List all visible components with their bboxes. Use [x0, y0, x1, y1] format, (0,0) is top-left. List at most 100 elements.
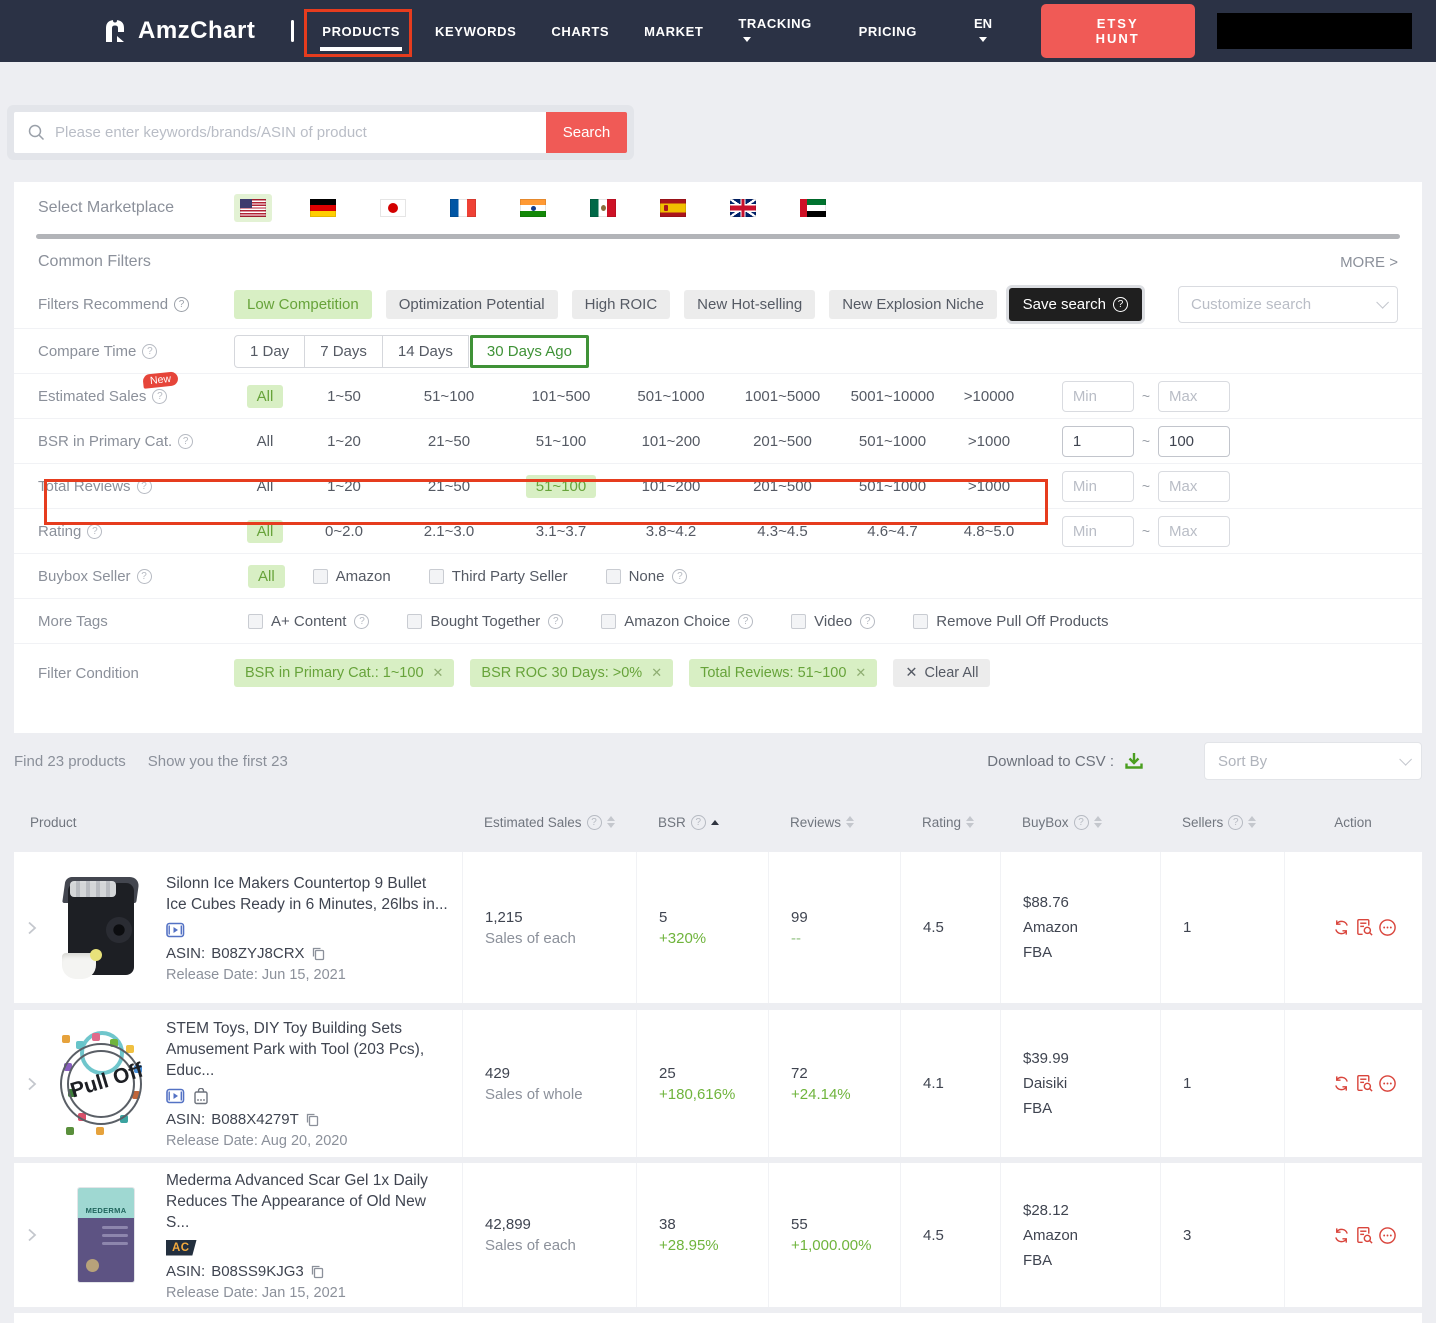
column-header-buybox[interactable]: BuyBox? — [1000, 814, 1160, 830]
keyword-lookup-icon[interactable] — [1355, 1074, 1374, 1093]
column-header-rating[interactable]: Rating — [900, 815, 1000, 830]
help-icon[interactable]: ? — [152, 388, 168, 404]
help-icon[interactable]: ? — [860, 613, 876, 629]
compare-time-7-days[interactable]: 7 Days — [304, 334, 383, 368]
refresh-icon[interactable] — [1332, 1226, 1351, 1245]
buybox-option-all[interactable]: All — [248, 564, 285, 588]
nav-item-keywords[interactable]: KEYWORDS — [433, 16, 518, 47]
option-101-200[interactable]: 101~200 — [632, 430, 711, 453]
option-501-1000[interactable]: 501~1000 — [849, 430, 936, 453]
checkbox-third-party-seller[interactable]: Third Party Seller — [428, 568, 568, 585]
flag-germany[interactable] — [304, 194, 342, 222]
help-icon[interactable]: ? — [142, 343, 158, 359]
option-21-50[interactable]: 21~50 — [418, 475, 480, 498]
product-image[interactable]: MEDERMA — [54, 1176, 154, 1294]
checkbox-amazon[interactable]: Amazon — [312, 568, 391, 585]
sort-icon[interactable] — [1093, 816, 1102, 828]
tag-low-competition[interactable]: Low Competition — [234, 290, 372, 319]
help-icon[interactable]: ? — [136, 478, 152, 494]
flag-france[interactable] — [444, 194, 482, 222]
nav-item-pricing[interactable]: PRICING — [857, 16, 919, 47]
option-all[interactable]: All — [247, 430, 284, 453]
product-title[interactable]: Silonn Ice Makers Countertop 9 Bullet Ic… — [166, 873, 448, 915]
estimated-sales-min-input[interactable] — [1061, 380, 1134, 412]
tag-new-explosion-niche[interactable]: New Explosion Niche — [829, 290, 997, 319]
compare-time-30-days-ago[interactable]: 30 Days Ago — [469, 334, 589, 368]
option-501-1000[interactable]: 501~1000 — [627, 385, 714, 408]
more-actions-icon[interactable] — [1378, 918, 1397, 937]
option-1001-5000[interactable]: 1001~5000 — [735, 385, 831, 408]
option-all[interactable]: All — [246, 384, 284, 408]
option-0-2[interactable]: 0~2.0 — [315, 520, 373, 543]
expand-row-button[interactable] — [14, 1163, 50, 1307]
help-icon[interactable]: ? — [354, 613, 370, 629]
total-reviews-max-input[interactable] — [1158, 470, 1230, 502]
option-all[interactable]: All — [246, 519, 284, 543]
checkbox-none[interactable]: None? — [605, 568, 688, 585]
option-3-37[interactable]: 3.1~3.7 — [526, 520, 596, 543]
option-gt-1000[interactable]: >1000 — [958, 430, 1020, 453]
sort-by-select[interactable]: Sort By — [1204, 742, 1422, 780]
product-image[interactable] — [54, 869, 154, 987]
help-icon[interactable]: ? — [136, 568, 152, 584]
checkbox-video[interactable]: Video? — [791, 613, 876, 630]
option-48-50[interactable]: 4.8~5.0 — [954, 520, 1024, 543]
sort-icon[interactable] — [606, 816, 615, 828]
language-selector[interactable]: EN — [974, 16, 1005, 46]
copy-icon[interactable] — [305, 1112, 320, 1127]
save-search-button[interactable]: Save search? — [1008, 288, 1142, 321]
product-title[interactable]: Mederma Advanced Scar Gel 1x Daily Reduc… — [166, 1170, 448, 1233]
expand-row-button[interactable] — [14, 1010, 50, 1157]
option-5001-10000[interactable]: 5001~10000 — [841, 385, 945, 408]
flag-japan[interactable] — [374, 194, 412, 222]
column-header-bsr[interactable]: BSR? — [636, 814, 768, 830]
flag-united-kingdom[interactable] — [724, 194, 762, 222]
option-21-50[interactable]: 21~50 — [418, 430, 480, 453]
nav-item-charts[interactable]: CHARTS — [549, 16, 611, 47]
product-title[interactable]: STEM Toys, DIY Toy Building Sets Amuseme… — [166, 1018, 448, 1081]
checkbox-amazon-choice[interactable]: Amazon Choice? — [601, 613, 754, 630]
checkbox-bought-together[interactable]: Bought Together? — [407, 613, 564, 630]
more-link[interactable]: MORE > — [1340, 254, 1398, 271]
nav-item-products[interactable]: PRODUCTS — [320, 16, 402, 51]
option-gt-10000[interactable]: >10000 — [954, 385, 1024, 408]
help-icon[interactable]: ? — [87, 523, 103, 539]
remove-filter-icon[interactable]: ✕ — [855, 665, 866, 681]
help-icon[interactable]: ? — [548, 613, 564, 629]
bsr-min-input[interactable] — [1061, 425, 1134, 457]
tag-new-hot-selling[interactable]: New Hot-selling — [684, 290, 816, 319]
option-501-1000[interactable]: 501~1000 — [849, 475, 936, 498]
estimated-sales-max-input[interactable] — [1158, 380, 1230, 412]
compare-time-1-day[interactable]: 1 Day — [234, 334, 306, 368]
keyword-lookup-icon[interactable] — [1355, 1226, 1374, 1245]
bsr-max-input[interactable] — [1158, 425, 1230, 457]
more-actions-icon[interactable] — [1378, 1226, 1397, 1245]
refresh-icon[interactable] — [1332, 918, 1351, 937]
rating-max-input[interactable] — [1158, 515, 1230, 547]
help-icon[interactable]: ? — [586, 814, 602, 830]
total-reviews-min-input[interactable] — [1061, 470, 1134, 502]
help-icon[interactable]: ? — [1228, 814, 1244, 830]
help-icon[interactable]: ? — [690, 814, 706, 830]
help-icon[interactable]: ? — [738, 613, 754, 629]
option-46-47[interactable]: 4.6~4.7 — [857, 520, 927, 543]
option-201-500[interactable]: 201~500 — [743, 430, 822, 453]
expand-row-button[interactable] — [14, 852, 50, 1003]
nav-item-market[interactable]: MARKET — [642, 16, 705, 47]
sort-icon-active-asc[interactable] — [710, 819, 719, 825]
option-1-20[interactable]: 1~20 — [317, 475, 371, 498]
remove-filter-icon[interactable]: ✕ — [433, 665, 444, 681]
flag-united-states[interactable] — [234, 194, 272, 222]
etsy-hunt-button[interactable]: ETSY HUNT — [1040, 4, 1195, 58]
option-2-3[interactable]: 2.1~3.0 — [414, 520, 484, 543]
more-actions-icon[interactable] — [1378, 1074, 1397, 1093]
option-1-50[interactable]: 1~50 — [317, 385, 371, 408]
tag-high-roic[interactable]: High ROIC — [571, 290, 671, 319]
sort-icon[interactable] — [966, 816, 975, 828]
option-51-100[interactable]: 51~100 — [525, 474, 597, 498]
option-38-42[interactable]: 3.8~4.2 — [636, 520, 706, 543]
download-csv-button[interactable]: Download to CSV : — [987, 751, 1144, 771]
flag-spain[interactable] — [654, 194, 692, 222]
option-1-20[interactable]: 1~20 — [317, 430, 371, 453]
help-icon[interactable]: ? — [1073, 814, 1089, 830]
